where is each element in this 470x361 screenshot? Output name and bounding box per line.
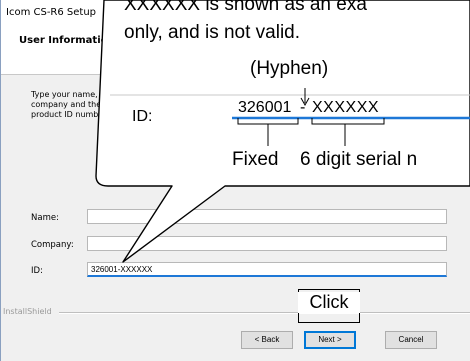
callout-fixed-label: Fixed [232, 149, 279, 170]
callout-bubble [95, 0, 470, 263]
callout-id-serial: XXXXXX [312, 99, 380, 116]
callout-hyphen-label: (Hyphen) [250, 58, 329, 79]
callout-id-prefix: 326001 [238, 99, 292, 116]
callout-line1: XXXXXX is shown as an exa [124, 0, 367, 15]
callout-id-hyphen: - [300, 99, 306, 116]
callout-serial-label: 6 digit serial n [300, 149, 418, 170]
callout-id-label: ID: [132, 108, 153, 125]
callout-line2: only, and is not valid. [124, 22, 301, 43]
click-label: Click [298, 292, 360, 313]
